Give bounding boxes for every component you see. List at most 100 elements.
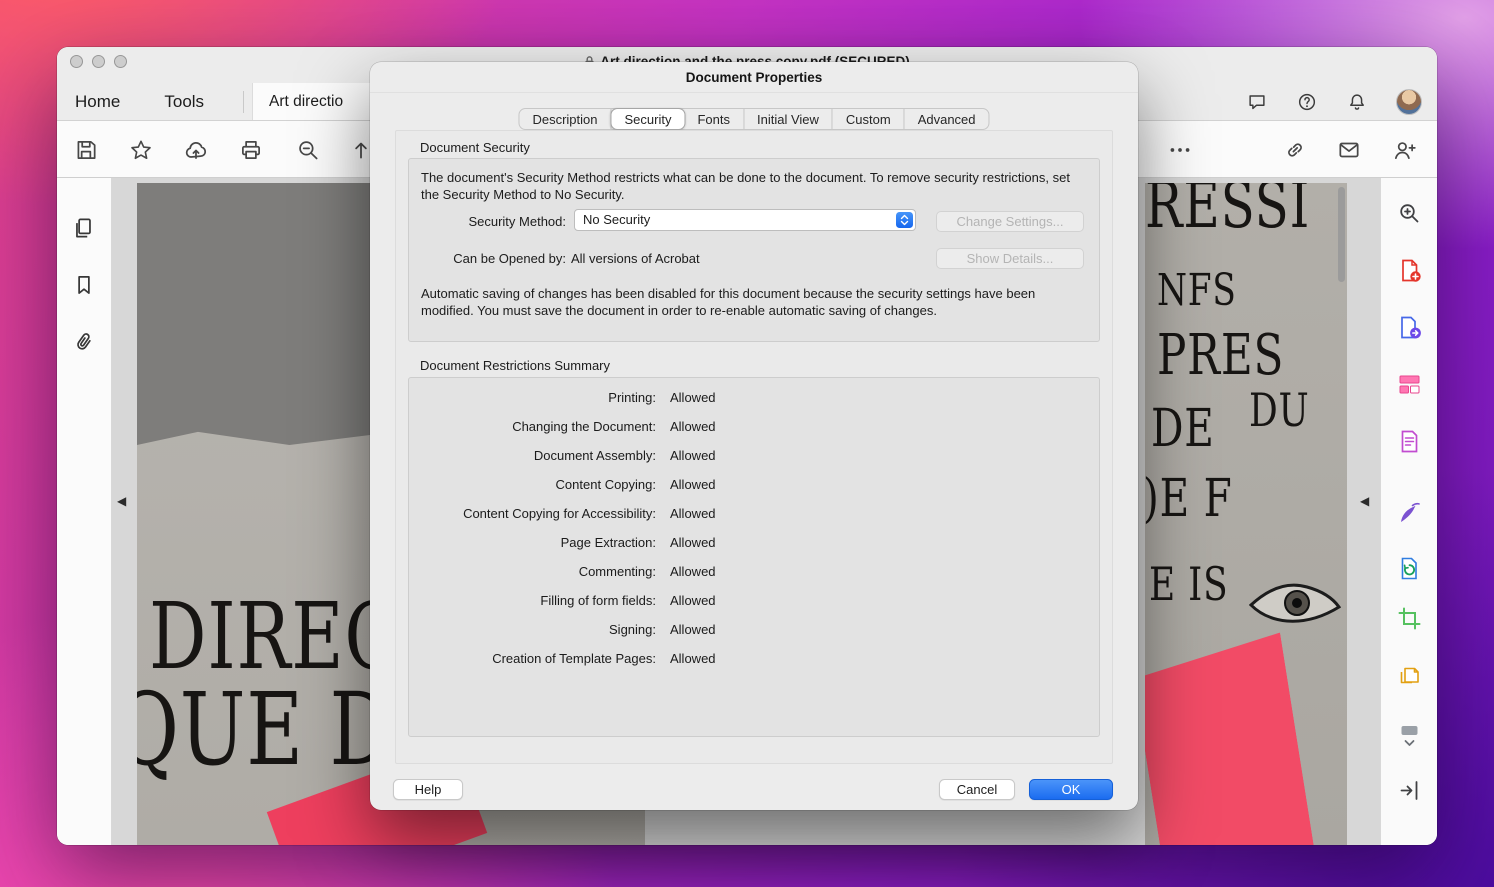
share-upload-button[interactable] (183, 137, 209, 163)
restriction-value: Allowed (670, 535, 1099, 564)
restriction-label: Page Extraction: (409, 535, 656, 564)
magazine-headline: DU (1249, 383, 1310, 437)
help-button[interactable]: Help (393, 779, 463, 800)
restriction-row: Creation of Template Pages: Allowed (409, 651, 1099, 680)
restriction-row: Commenting: Allowed (409, 564, 1099, 593)
print-button[interactable] (238, 137, 264, 163)
dialog-tabs: DescriptionSecurityFontsInitial ViewCust… (518, 108, 989, 130)
star-favorite-button[interactable] (128, 137, 154, 163)
magazine-headline: E IS (1149, 557, 1228, 611)
dialog-tab-fonts[interactable]: Fonts (684, 109, 744, 129)
eye-photo (1249, 571, 1341, 633)
collapse-right-panel-arrow[interactable]: ◀ (1360, 495, 1369, 507)
crop-pages-icon[interactable] (1396, 605, 1423, 632)
help-icon[interactable] (1296, 91, 1318, 113)
dialog-tab-advanced[interactable]: Advanced (905, 109, 989, 129)
comment-bubble-icon[interactable] (1246, 91, 1268, 113)
dropdown-stepper-icon (896, 212, 913, 228)
restrictions-group: Printing: Allowed Changing the Document: Al… (408, 377, 1100, 737)
magazine-headline: QUE D (137, 671, 393, 788)
document-properties-dialog: Document Properties DescriptionSecurityF… (370, 62, 1138, 810)
collapse-left-panel-arrow[interactable]: ◀ (117, 495, 126, 507)
can-be-opened-label: Can be Opened by: (421, 251, 566, 266)
restriction-label: Commenting: (409, 564, 656, 593)
notifications-bell-icon[interactable] (1346, 91, 1368, 113)
restriction-row: Printing: Allowed (409, 390, 1099, 419)
restriction-value: Allowed (670, 448, 1099, 477)
can-be-opened-value: All versions of Acrobat (571, 251, 700, 266)
vertical-scrollbar-thumb[interactable] (1338, 187, 1345, 282)
restriction-label: Filling of form fields: (409, 593, 656, 622)
document-security-heading: Document Security (420, 140, 530, 155)
create-pdf-icon[interactable] (1396, 257, 1423, 284)
dialog-tab-description[interactable]: Description (519, 109, 611, 129)
edit-pdf-icon[interactable] (1396, 428, 1423, 455)
save-button[interactable] (73, 137, 99, 163)
restriction-row: Filling of form fields: Allowed (409, 593, 1099, 622)
email-button[interactable] (1336, 137, 1362, 163)
restriction-label: Content Copying: (409, 477, 656, 506)
restriction-label: Creation of Template Pages: (409, 651, 656, 680)
more-tools-ellipsis-button[interactable] (1167, 137, 1193, 163)
restriction-value: Allowed (670, 506, 1099, 535)
desktop: Art direction and the press copy.pdf (SE… (0, 0, 1494, 887)
restriction-label: Changing the Document: (409, 419, 656, 448)
restriction-label: Content Copying for Accessibility: (409, 506, 656, 535)
security-method-label: Security Method: (421, 214, 566, 229)
change-settings-button[interactable]: Change Settings... (936, 211, 1084, 232)
restriction-value: Allowed (670, 622, 1099, 651)
dialog-tab-security[interactable]: Security (611, 108, 686, 130)
search-tools-icon[interactable] (1396, 200, 1423, 227)
zoom-out-button[interactable] (295, 137, 321, 163)
restriction-value: Allowed (670, 477, 1099, 506)
request-signature-button[interactable] (1391, 137, 1417, 163)
restrictions-rows: Printing: Allowed Changing the Document: Al… (409, 390, 1099, 680)
ok-button[interactable]: OK (1029, 779, 1113, 800)
tab-home[interactable]: Home (65, 83, 130, 121)
fill-and-sign-icon[interactable] (1396, 499, 1423, 526)
pdf-page-right: RESSINFSPRESDEDU)E FE IS (1145, 183, 1347, 845)
restriction-row: Signing: Allowed (409, 622, 1099, 651)
autosave-note-text: Automatic saving of changes has been dis… (421, 285, 1083, 319)
nav-tabs: Home Tools (65, 83, 214, 121)
document-tab-label: Art directio (269, 93, 343, 111)
security-intro-text: The document's Security Method restricts… (421, 169, 1083, 203)
dialog-tab-custom[interactable]: Custom (833, 109, 905, 129)
cancel-button[interactable]: Cancel (939, 779, 1015, 800)
bookmarks-icon[interactable] (71, 272, 97, 298)
restrictions-heading: Document Restrictions Summary (420, 358, 610, 373)
convert-pdf-icon[interactable] (1396, 555, 1423, 582)
dialog-tab-initial-view[interactable]: Initial View (744, 109, 833, 129)
security-method-dropdown[interactable]: No Security (574, 209, 916, 231)
more-tools-collapsed-icon[interactable] (1396, 722, 1423, 749)
restriction-label: Document Assembly: (409, 448, 656, 477)
restriction-row: Page Extraction: Allowed (409, 535, 1099, 564)
restriction-row: Document Assembly: Allowed (409, 448, 1099, 477)
restriction-label: Signing: (409, 622, 656, 651)
open-tools-panel-icon[interactable] (1396, 777, 1423, 804)
attachments-paperclip-icon[interactable] (71, 329, 97, 355)
dialog-title: Document Properties (370, 62, 1138, 93)
organize-pages-icon[interactable] (1396, 371, 1423, 398)
restriction-row: Changing the Document: Allowed (409, 419, 1099, 448)
restriction-value: Allowed (670, 390, 1099, 419)
magazine-headline: DE (1151, 399, 1215, 459)
magazine-headline: NFS (1157, 265, 1237, 316)
restriction-value: Allowed (670, 564, 1099, 593)
scan-ocr-icon[interactable] (1396, 662, 1423, 689)
tab-divider (243, 91, 244, 113)
restriction-label: Printing: (409, 390, 656, 419)
magazine-headline: )E F (1145, 469, 1233, 529)
show-details-button[interactable]: Show Details... (936, 248, 1084, 269)
avatar[interactable] (1396, 89, 1422, 115)
magazine-pink-shape (1145, 633, 1316, 845)
share-link-button[interactable] (1282, 137, 1308, 163)
restriction-value: Allowed (670, 651, 1099, 680)
restriction-value: Allowed (670, 419, 1099, 448)
page-thumbnails-icon[interactable] (71, 215, 97, 241)
magazine-headline: PRES (1157, 323, 1284, 388)
restriction-row: Content Copying: Allowed (409, 477, 1099, 506)
tab-tools[interactable]: Tools (154, 83, 214, 121)
export-pdf-icon[interactable] (1396, 314, 1423, 341)
restriction-value: Allowed (670, 593, 1099, 622)
